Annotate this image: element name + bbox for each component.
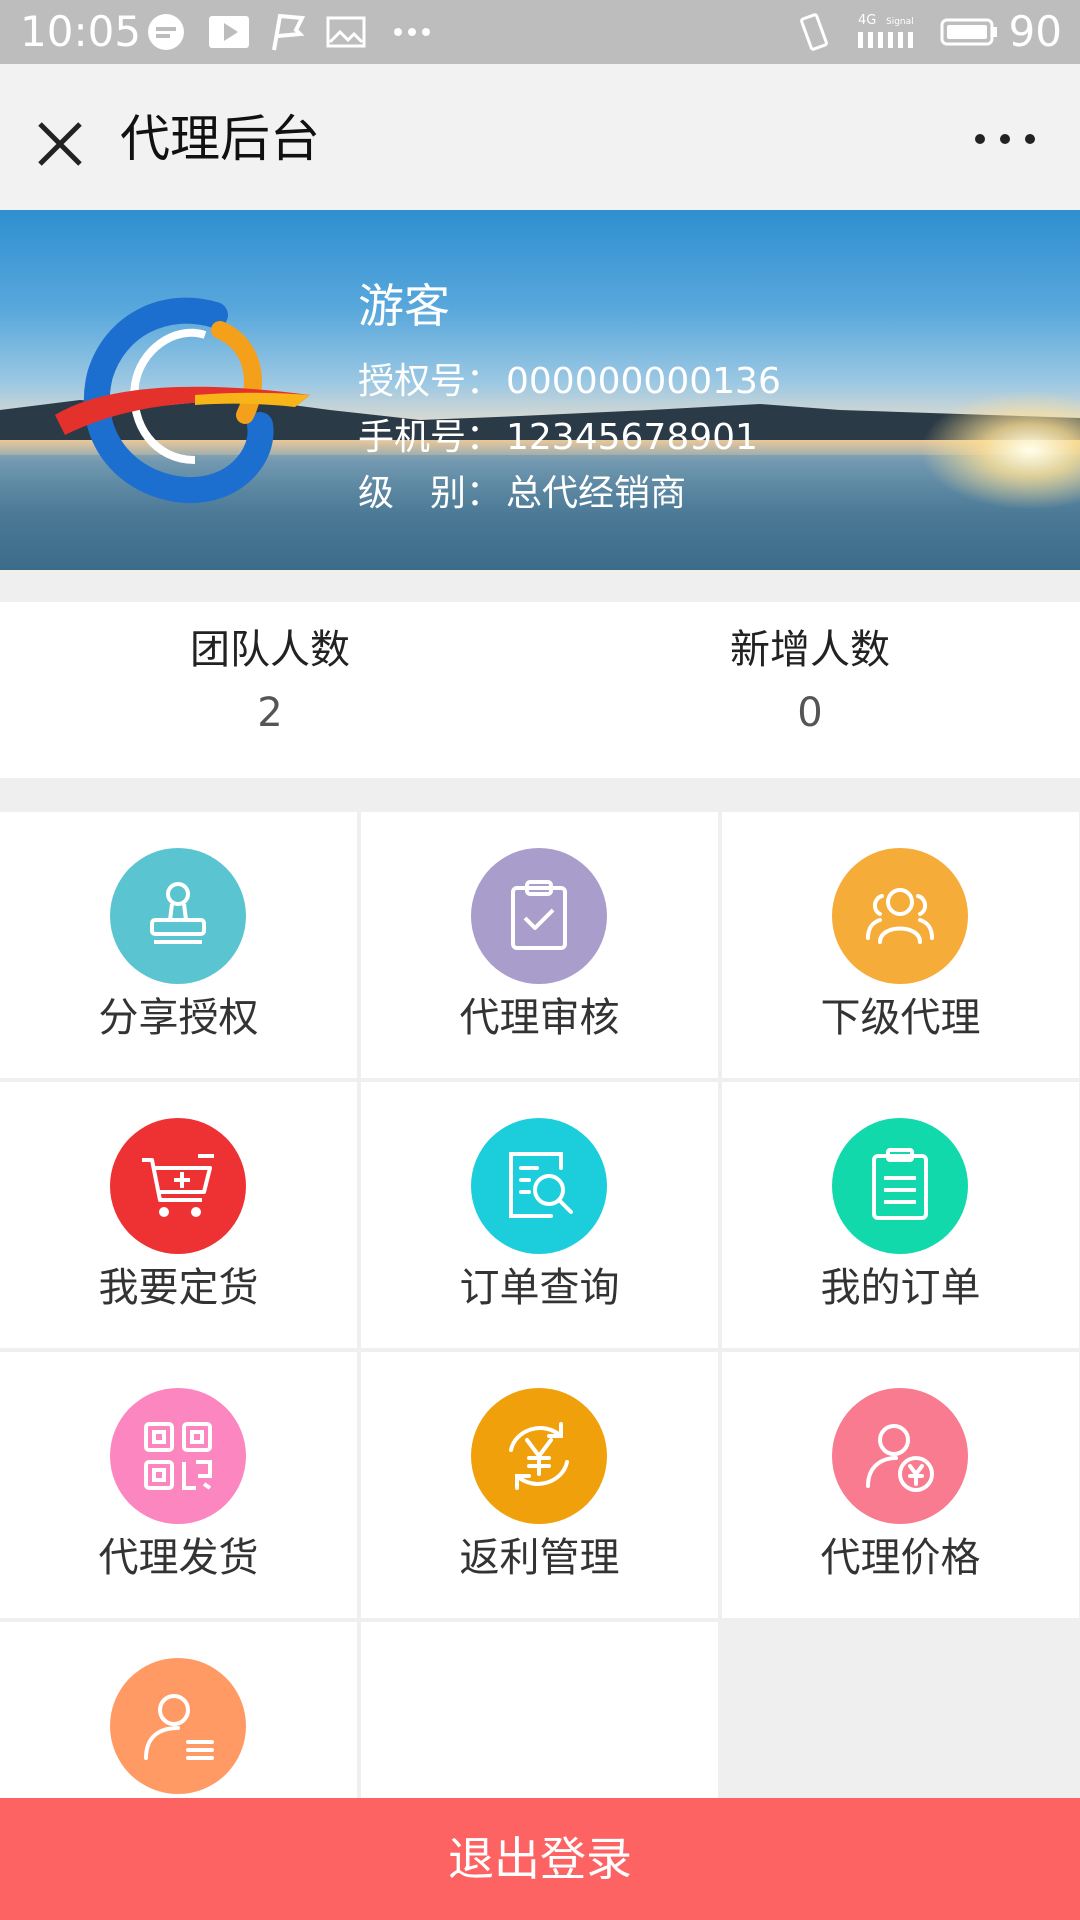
menu-label: 代理审核 [459, 995, 620, 1041]
stat-label: 新增人数 [730, 627, 890, 673]
yen-refresh-icon [471, 1388, 607, 1524]
stat-value: 2 [257, 690, 283, 736]
menu-label: 代理发货 [98, 1535, 259, 1581]
battery-level: 90 [1008, 7, 1062, 56]
menu-share-auth[interactable]: 分享授权 [0, 812, 357, 1078]
phone-number-value: 12345678901 [506, 417, 758, 458]
flag-icon [272, 13, 306, 51]
group-icon [832, 848, 968, 984]
brand-logo [55, 297, 310, 504]
more-icon[interactable] [970, 124, 1040, 154]
logout-button[interactable]: 退出登录 [0, 1798, 1080, 1920]
menu-grid: 分享授权 代理审核 下级代理 我要定货 订单查询 我的订单 代理发货 返利管理 … [0, 812, 1080, 1888]
user-yen-icon [832, 1388, 968, 1524]
stat-label: 团队人数 [190, 627, 350, 673]
team-stats: 团队人数 2 新增人数 0 [0, 602, 1080, 778]
cart-icon [110, 1118, 246, 1254]
profile-name: 游客 [358, 279, 450, 333]
status-time: 10:05 [20, 7, 142, 56]
menu-agent-review[interactable]: 代理审核 [361, 812, 718, 1078]
more-dots-icon [394, 28, 430, 36]
phone-number-label: 手机号： [358, 417, 503, 458]
clipboard-list-icon [832, 1118, 968, 1254]
auth-number-value: 000000000136 [506, 361, 781, 402]
vibrate-icon [800, 13, 828, 51]
svg-text:4G: 4G [858, 13, 876, 28]
svg-text:Signal: Signal [886, 17, 914, 27]
play-icon [209, 16, 249, 48]
menu-label: 订单查询 [459, 1265, 620, 1311]
profile-banner: 游客 授权号： 000000000136 手机号： 12345678901 级 别：… [0, 210, 1080, 570]
menu-order-query[interactable]: 订单查询 [361, 1082, 718, 1348]
menu-rebate-management[interactable]: 返利管理 [361, 1352, 718, 1618]
document-search-icon [471, 1118, 607, 1254]
agent-level-label: 级 别： [358, 473, 503, 514]
menu-label: 我要定货 [98, 1265, 259, 1311]
nav-bar: 代理后台 [0, 64, 1080, 211]
menu-agent-price[interactable]: 代理价格 [722, 1352, 1079, 1618]
stamp-icon [110, 848, 246, 984]
auth-number-label: 授权号： [358, 361, 503, 402]
image-icon [326, 16, 366, 48]
stat-team-size[interactable]: 团队人数 2 [0, 622, 540, 748]
stat-new-members[interactable]: 新增人数 0 [540, 622, 1080, 748]
phone-number: 手机号： 12345678901 [358, 408, 758, 460]
menu-label: 分享授权 [98, 995, 259, 1041]
agent-level-value: 总代经销商 [506, 473, 687, 514]
user-list-icon [110, 1658, 246, 1794]
signal-icon: 4G Signal [858, 13, 914, 48]
menu-label: 下级代理 [820, 995, 981, 1041]
menu-sub-agents[interactable]: 下级代理 [722, 812, 1079, 1078]
battery-icon [940, 18, 997, 46]
agent-level: 级 别： 总代经销商 [358, 464, 686, 516]
auth-number: 授权号： 000000000136 [358, 352, 781, 404]
menu-label: 返利管理 [459, 1535, 620, 1581]
menu-label: 代理价格 [820, 1535, 981, 1581]
sun-glow [920, 390, 1080, 510]
close-icon[interactable] [28, 112, 92, 176]
page-title: 代理后台 [120, 110, 320, 168]
stat-value: 0 [797, 690, 823, 736]
menu-place-order[interactable]: 我要定货 [0, 1082, 357, 1348]
chat-bubble-icon [148, 14, 184, 50]
qrcode-icon [110, 1388, 246, 1524]
menu-agent-shipping[interactable]: 代理发货 [0, 1352, 357, 1618]
clipboard-check-icon [471, 848, 607, 984]
menu-my-orders[interactable]: 我的订单 [722, 1082, 1079, 1348]
menu-label: 我的订单 [820, 1265, 981, 1311]
status-bar: 10:05 4G Signal 90 [0, 0, 1080, 64]
